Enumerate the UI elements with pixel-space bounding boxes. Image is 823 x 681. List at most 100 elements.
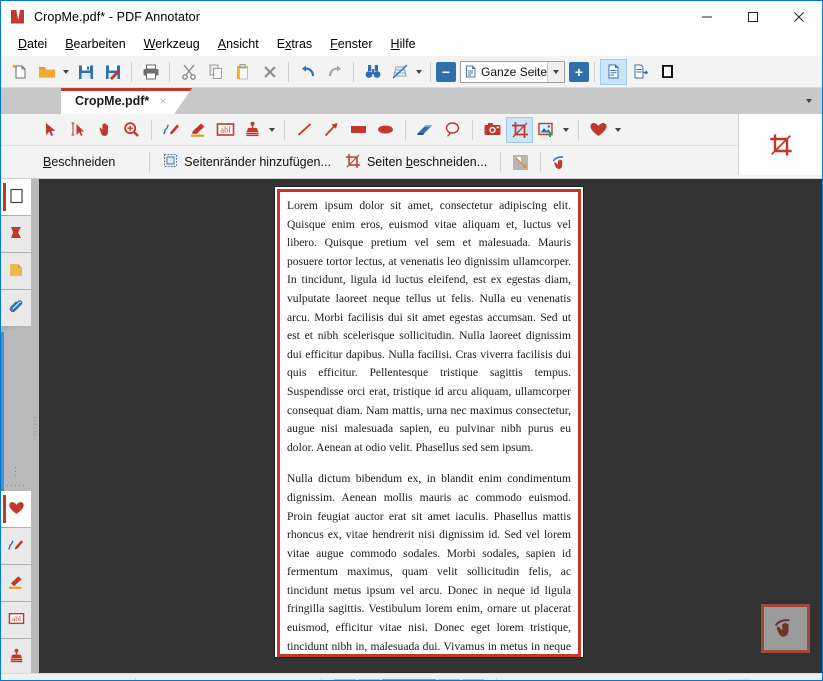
paperclip-icon [8,298,25,318]
pen-icon[interactable] [158,117,185,143]
sidebar-tool-pen[interactable] [1,528,31,570]
crop-pages-button[interactable]: Seiten beschneiden... [338,150,494,175]
annotation-separator [149,152,151,172]
heart-icon [8,500,25,519]
menu-werkzeug[interactable]: Werkzeug [135,34,209,54]
toolbar-separator [353,61,354,82]
status-bar: Geändert 1 von 1 [1,673,822,680]
select-arrow-icon[interactable] [37,117,64,143]
cut-icon[interactable] [175,59,202,85]
erase-page-icon[interactable] [386,59,413,85]
page-viewport[interactable]: Lorem ipsum dolor sit amet, consectetur … [39,179,822,673]
favorites-heart-icon[interactable] [585,117,612,143]
zoom-level-select[interactable]: Ganze Seite [460,60,565,83]
menu-hilfe[interactable]: Hilfe [382,34,425,54]
text-box-icon[interactable]: abl [212,117,239,143]
single-page-view-icon[interactable] [600,58,627,85]
fullscreen-view-icon[interactable] [654,59,681,85]
print-icon[interactable] [137,59,164,85]
menu-extras-label: tras [291,37,313,51]
menu-datei[interactable]: Datei [9,34,56,54]
snapshot-camera-icon[interactable] [479,117,506,143]
bookmark-icon [8,225,24,244]
paste-icon[interactable] [229,59,256,85]
arrow-icon[interactable] [318,117,345,143]
continuous-view-icon[interactable] [627,59,654,85]
save-as-icon[interactable] [99,59,126,85]
pan-hand-icon[interactable] [91,117,118,143]
menu-extras[interactable]: Extras [268,34,321,54]
document-tab-cropme[interactable]: CropMe.pdf* × [61,88,193,114]
zoom-out-button[interactable]: − [436,61,456,82]
toolbar-separator [169,61,170,82]
tab-shadow [1,326,31,332]
sidebar-tab-files[interactable] [1,253,31,295]
chevron-down-icon[interactable] [547,61,564,82]
find-binoculars-icon[interactable] [359,59,386,85]
crop-mode-indicator[interactable] [738,114,822,175]
pdf-page[interactable]: Lorem ipsum dolor sit amet, consectetur … [274,186,584,658]
menu-bearbeiten[interactable]: Bearbeiten [56,34,134,54]
open-dropdown-caret-icon[interactable] [60,59,72,85]
annotation-separator [540,152,542,172]
minimize-button[interactable] [684,1,730,32]
insert-image-icon[interactable] [533,117,560,143]
ellipse-icon[interactable] [372,117,399,143]
sidebar-tool-favorites[interactable] [1,491,31,533]
zoom-in-button[interactable]: + [569,61,589,82]
sidebar-tab-pages[interactable] [1,179,31,221]
sidebar-tool-stamp[interactable] [1,639,31,673]
redo-icon[interactable] [321,59,348,85]
menu-fenster[interactable]: Fenster [321,34,381,54]
delete-icon[interactable] [256,59,283,85]
tab-overflow-button[interactable] [796,88,822,114]
stamp-dropdown-caret-icon[interactable] [266,117,278,143]
add-margins-label: Seitenränder hinzufügen... [184,155,331,169]
page-text-content: Lorem ipsum dolor sit amet, consectetur … [287,197,571,657]
crop-icon[interactable] [506,116,533,143]
open-folder-icon[interactable] [33,59,60,85]
sidebar-tab-attachments[interactable] [1,290,31,332]
hand-gesture-icon [772,614,800,643]
maximize-button[interactable] [730,1,776,32]
sidebar-tab-bookmarks[interactable] [1,216,31,258]
add-margins-button[interactable]: Seitenränder hinzufügen... [156,150,338,174]
lasso-icon[interactable] [439,117,466,143]
tab-active-indicator [61,88,193,91]
highlighter-icon[interactable] [185,117,212,143]
sidebar-grip-upper[interactable]: · · · [1,463,31,480]
close-icon[interactable]: × [159,94,166,108]
pen-blue-icon [7,537,25,556]
stamp-icon[interactable] [239,117,266,143]
svg-text:abl: abl [220,124,231,134]
erase-dropdown-caret-icon[interactable] [413,59,425,85]
rectangle-icon[interactable] [345,117,372,143]
menu-datei-label: atei [27,37,48,51]
undo-icon[interactable] [294,59,321,85]
sidebar-splitter[interactable]: · · · · · · [31,179,39,673]
hand-tool-overlay-button[interactable] [761,604,810,653]
page-margins-icon [163,153,178,171]
page-icon [464,65,477,78]
zoom-magnifier-icon[interactable] [118,117,145,143]
text-select-icon[interactable] [64,117,91,143]
close-button[interactable] [776,1,822,32]
copy-icon[interactable] [202,59,229,85]
new-document-icon[interactable] [6,59,33,85]
eraser-icon[interactable] [412,117,439,143]
main-toolbar: − Ganze Seite + [1,56,822,88]
insert-image-dropdown-caret-icon[interactable] [560,117,572,143]
line-icon[interactable] [291,117,318,143]
annotation-toolbar: abl Beschneiden Seitenränder hinzufügen.… [1,114,822,179]
resize-diagonal-icon[interactable] [507,149,534,175]
sidebar-tool-highlighter[interactable] [1,565,31,607]
hand-gesture-icon[interactable] [547,149,574,175]
save-icon[interactable] [72,59,99,85]
sidebar-tool-textbox[interactable]: abl [1,602,31,644]
highlighter-icon [7,574,25,593]
favorites-dropdown-caret-icon[interactable] [612,117,624,143]
crop-pages-icon [345,153,361,172]
zoom-control: − Ganze Seite + [436,60,589,83]
sidebar-grip-dots[interactable]: ····· [1,481,31,490]
menu-ansicht[interactable]: Ansicht [209,34,268,54]
